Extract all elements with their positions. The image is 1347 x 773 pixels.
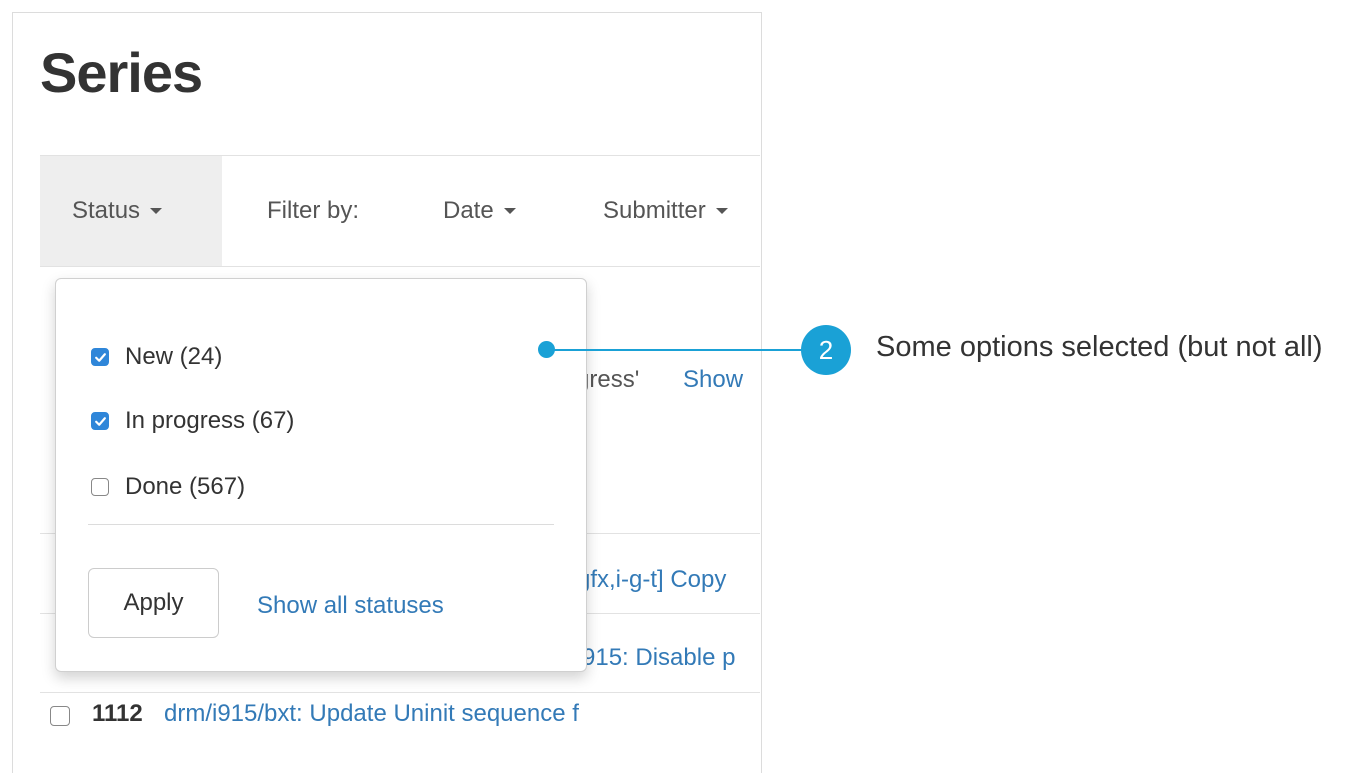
status-option-in-progress[interactable]: In progress (67) bbox=[91, 407, 294, 435]
status-dropdown: New (24) In progress (67) Done (567) App… bbox=[55, 278, 587, 672]
page-title: Series bbox=[40, 41, 203, 104]
status-option-label: Done (567) bbox=[125, 473, 246, 500]
submitter-filter-label: Submitter bbox=[603, 197, 706, 224]
table-row: 1112 drm/i915/bxt: Update Uninit sequenc… bbox=[12, 692, 732, 742]
dropdown-divider bbox=[88, 524, 554, 525]
callout-text: Some options selected (but not all) bbox=[876, 331, 1323, 363]
caret-down-icon bbox=[150, 208, 163, 214]
filter-bar: Status Filter by: Date Submitter bbox=[40, 155, 760, 267]
callout-line bbox=[547, 349, 817, 351]
series-title-fragment[interactable]: gfx,i-g-t] Copy bbox=[577, 566, 726, 594]
status-option-new[interactable]: New (24) bbox=[91, 343, 222, 371]
apply-button[interactable]: Apply bbox=[88, 568, 219, 638]
show-all-statuses-link[interactable]: Show all statuses bbox=[257, 592, 444, 620]
status-option-done[interactable]: Done (567) bbox=[91, 473, 245, 501]
date-filter-label: Date bbox=[443, 197, 494, 224]
status-option-label: New (24) bbox=[125, 343, 223, 370]
checkbox-checked-icon[interactable] bbox=[91, 412, 109, 430]
filter-by-label: Filter by: bbox=[267, 197, 360, 224]
status-filter-label: Status bbox=[72, 197, 141, 224]
callout-number-badge: 2 bbox=[801, 325, 851, 375]
callout-dot bbox=[538, 341, 555, 358]
checkbox-checked-icon[interactable] bbox=[91, 348, 109, 366]
row-checkbox[interactable] bbox=[50, 706, 70, 726]
caret-down-icon bbox=[503, 208, 516, 214]
status-filter-toggle[interactable]: Status bbox=[40, 156, 222, 266]
caret-down-icon bbox=[715, 208, 728, 214]
series-title-link[interactable]: drm/i915/bxt: Update Uninit sequence f bbox=[164, 700, 579, 728]
series-id: 1112 bbox=[92, 700, 143, 727]
show-link-fragment[interactable]: Show bbox=[683, 366, 743, 394]
series-title-fragment[interactable]: 915: Disable p bbox=[582, 644, 735, 672]
submitter-filter-toggle[interactable]: Submitter bbox=[603, 156, 728, 266]
checkbox-unchecked-icon[interactable] bbox=[91, 478, 109, 496]
status-option-label: In progress (67) bbox=[125, 407, 295, 434]
date-filter-toggle[interactable]: Date bbox=[443, 156, 516, 266]
